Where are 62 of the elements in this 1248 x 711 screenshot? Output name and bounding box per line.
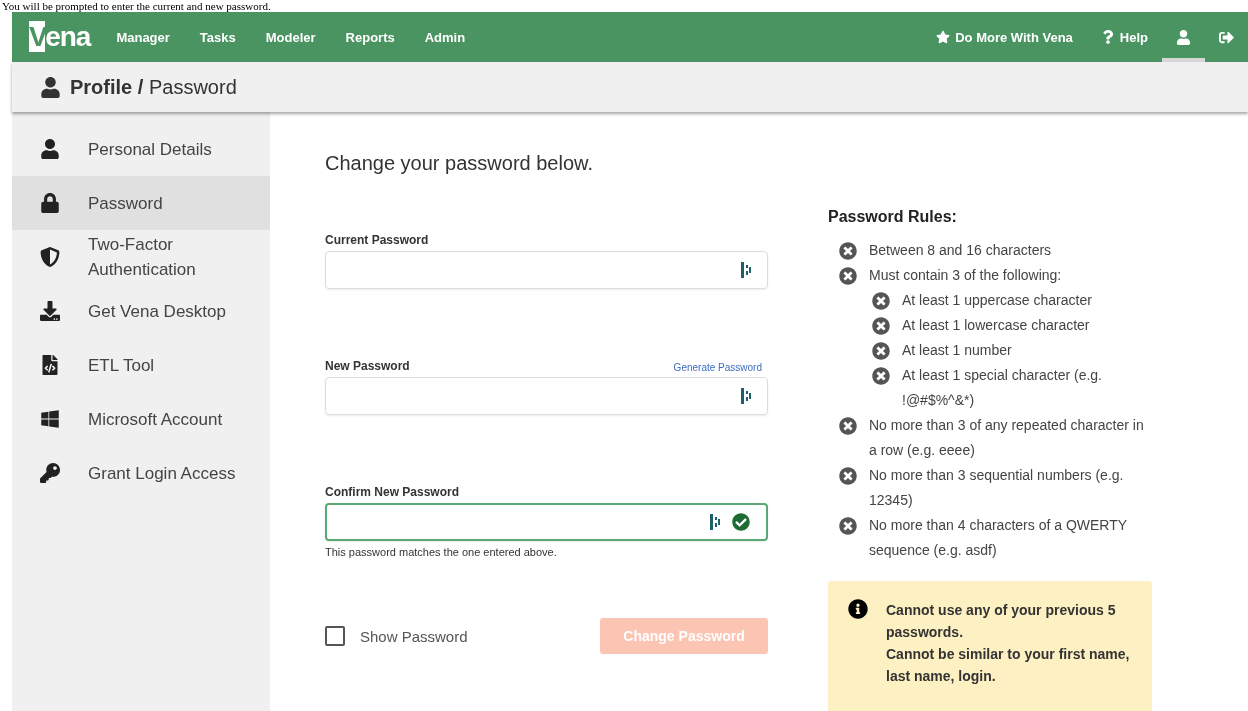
user-icon [40, 139, 60, 159]
cross-icon [872, 341, 890, 360]
field-label: Current Password [325, 233, 429, 247]
nav-link[interactable]: Do More With Vena [922, 12, 1087, 62]
sidebar-item[interactable]: Password [12, 176, 270, 230]
breadcrumb: Profile / Password [70, 75, 237, 99]
match-hint: This password matches the one entered above. [325, 546, 558, 558]
check-icon [732, 513, 750, 531]
nav-link[interactable]: Help [1086, 12, 1162, 62]
form-title: Change your password below. [325, 152, 594, 175]
notice-text: Cannot be similar to your first name, last name, login. [886, 645, 1131, 686]
rule-text: Between 8 and 16 characters [869, 241, 1053, 260]
notice-text: Cannot use any of your previous 5 passwords. [886, 601, 1117, 642]
rules-title: Password Rules: [828, 208, 958, 226]
sidebar-item[interactable]: Get Vena Desktop [12, 284, 270, 338]
cross-icon [872, 366, 890, 385]
logout-icon [1219, 29, 1234, 45]
lock-icon [40, 193, 60, 213]
rule-text: At least 1 number [902, 341, 1013, 360]
cross-icon [872, 291, 890, 310]
download-icon [40, 301, 60, 321]
rule-text: At least 1 lowercase character [902, 316, 1091, 335]
sidebar-item[interactable]: Personal Details [12, 122, 270, 176]
cross-icon [872, 316, 890, 335]
nav-link[interactable]: Manager [116, 29, 170, 45]
rule-text: No more than 3 sequential numbers (e.g. 12345) [869, 466, 1125, 510]
sidebar-item[interactable]: Grant Login Access [12, 446, 270, 500]
rule-text: No more than 4 characters of a QWERTY sequence (e.g. asdf) [869, 516, 1128, 560]
password-manager-icon[interactable] [710, 514, 720, 530]
cross-icon [839, 516, 857, 535]
nav-link[interactable]: Admin [424, 29, 466, 45]
key-icon [40, 463, 60, 483]
windows-icon [40, 409, 60, 429]
password-manager-icon[interactable] [741, 388, 751, 404]
generate-password-link[interactable]: Generate Password [673, 362, 762, 373]
cross-icon [839, 416, 857, 435]
rule-text: At least 1 special character (e.g. !@#$%^&*) [902, 366, 1103, 410]
password-manager-icon[interactable] [741, 262, 751, 278]
show-password-checkbox[interactable] [325, 626, 345, 646]
user-icon [1176, 29, 1191, 45]
user-icon [40, 76, 61, 98]
info-icon [848, 599, 868, 619]
nav-link[interactable]: Modeler [265, 29, 316, 45]
sidebar-item[interactable]: Microsoft Account [12, 392, 270, 446]
rule-text: No more than 3 of any repeated character in a row (e.g. eeee) [869, 416, 1145, 460]
field-label: Confirm New Password [325, 485, 460, 499]
code-file-icon [40, 355, 60, 375]
cross-icon [839, 266, 857, 285]
cross-icon [839, 241, 857, 260]
field-label: New Password [325, 359, 410, 373]
rule-text: Must contain 3 of the following: [869, 266, 1063, 285]
rule-text: At least 1 uppercase character [902, 291, 1093, 310]
password-field[interactable] [325, 503, 768, 541]
shield-icon [40, 247, 60, 267]
cross-icon [839, 466, 857, 485]
star-icon [936, 30, 951, 44]
nav-link[interactable]: Reports [345, 29, 395, 45]
sidebar-item[interactable]: Two-Factor Authentication [12, 230, 270, 284]
checkbox-label: Show Password [360, 627, 468, 645]
nav-link[interactable]: Tasks [199, 29, 236, 45]
sidebar-item[interactable]: ETL Tool [12, 338, 270, 392]
caption-text: You will be prompted to enter the current and new password. [2, 0, 271, 12]
